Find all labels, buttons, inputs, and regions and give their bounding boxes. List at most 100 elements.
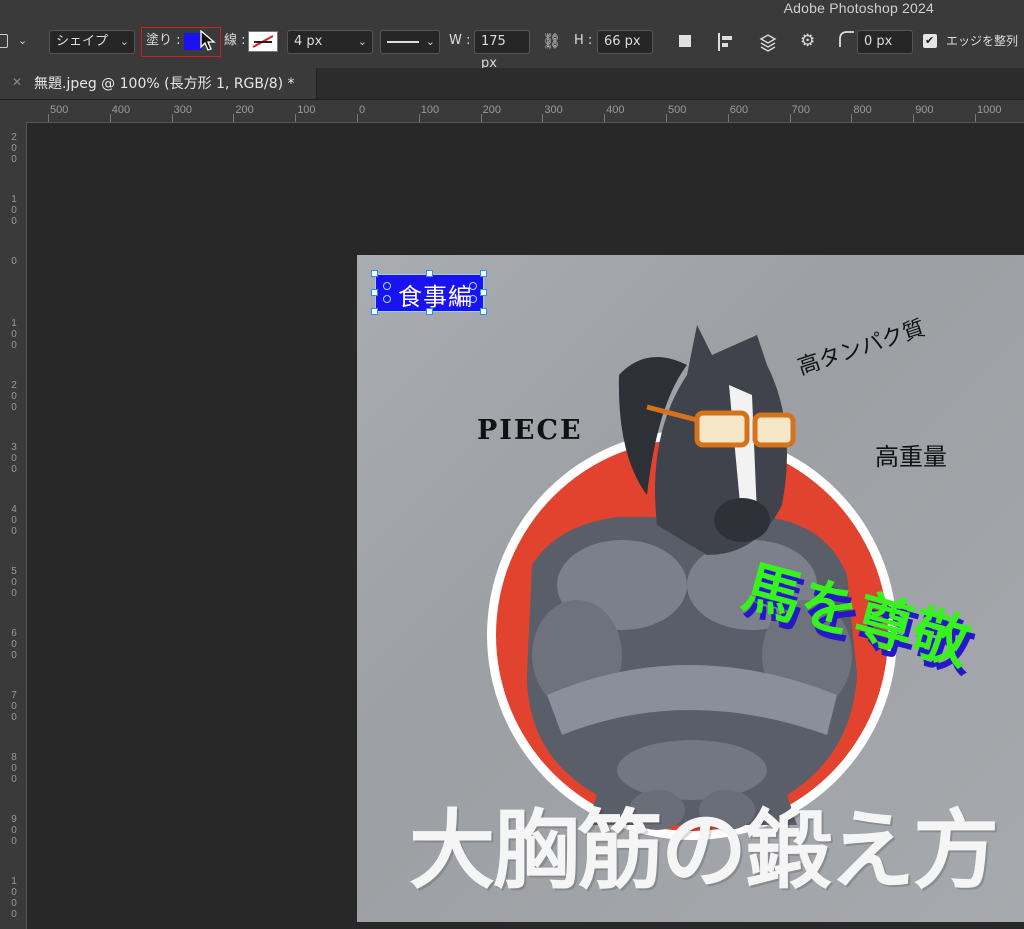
ruler-tick-mark [913, 114, 915, 122]
transform-handle-left[interactable] [371, 289, 378, 296]
transform-handle-bottom[interactable] [426, 308, 433, 315]
ruler-tick-mark [109, 114, 111, 122]
ruler-tick-mark [604, 114, 606, 122]
document-canvas[interactable]: PIECE 高タンパク質 高重量 馬を尊敬 大胸筋の鍛え方 [357, 255, 1024, 922]
ruler-tick-label: 800 [11, 752, 17, 785]
ruler-tick-label: 900 [11, 814, 17, 847]
ruler-tick-mark [975, 114, 976, 122]
corner-radius-input[interactable]: 0 px [857, 30, 913, 54]
width-value: 175 px [481, 34, 506, 71]
path-arrangement-icon [759, 34, 777, 52]
path-arrangement-button[interactable] [757, 30, 779, 54]
tool-mode-value: シェイプ [56, 34, 109, 49]
ruler-tick-mark [48, 114, 49, 122]
ruler-tick-label: 100 [420, 104, 440, 116]
ruler-tick-mark [233, 114, 235, 122]
ruler-tick-label: 500 [50, 104, 69, 116]
chevron-down-icon: ⌄ [425, 35, 435, 48]
transform-handle-bottom-right[interactable] [480, 308, 487, 315]
document-tab-title: 無題.jpeg @ 100% (長方形 1, RGB/8) * [34, 76, 295, 92]
transform-handle-top[interactable] [426, 270, 433, 277]
ruler-corner [0, 100, 26, 122]
ruler-tick-mark [171, 114, 173, 122]
ruler-tick-label: 900 [915, 104, 934, 116]
document-tab-bar: ✕ 無題.jpeg @ 100% (長方形 1, RGB/8) * [0, 68, 1024, 100]
checkmark-icon: ✔ [925, 34, 935, 47]
width-input[interactable]: 175 px [474, 30, 530, 71]
stroke-width-value: 4 px [294, 34, 323, 49]
ruler-tick-label: 1000 [977, 104, 1002, 116]
ruler-tick-mark [357, 114, 358, 122]
stroke-width-input[interactable]: 4 px ⌄ [287, 30, 373, 54]
options-bar: Adobe Photoshop 2024 ⌄ シェイプ ⌄ 塗り : 線 : 4… [0, 0, 1024, 71]
ruler-tick-mark [789, 114, 791, 122]
width-label: W : [449, 33, 471, 48]
stroke-line-icon [387, 41, 419, 43]
height-label: H : [574, 33, 593, 48]
chevron-down-icon: ⌄ [18, 34, 28, 47]
align-edges-checkbox[interactable]: ✔ [923, 34, 937, 48]
ruler-tick-mark [418, 114, 420, 122]
ruler-tick-label: 400 [111, 104, 131, 116]
ruler-tick-label: 300 [173, 104, 192, 116]
ruler-tick-label: 300 [11, 442, 17, 475]
ruler-tick-label: 200 [235, 104, 254, 116]
piece-text: PIECE [477, 415, 583, 446]
ruler-tick-label: 0 [11, 256, 17, 267]
radius-handle[interactable] [383, 295, 391, 303]
corner-radius-icon [838, 30, 854, 54]
ruler-tick-label: 200 [11, 380, 17, 413]
radius-handle[interactable] [469, 282, 477, 290]
transform-handle-right[interactable] [480, 289, 487, 296]
ruler-tick-label: 700 [11, 690, 17, 723]
ruler-tick-mark [295, 114, 297, 122]
tool-mode-dropdown[interactable]: シェイプ ⌄ [49, 30, 135, 54]
ruler-tick-label: 100 [297, 104, 316, 116]
path-alignment-button[interactable] [717, 30, 737, 54]
ruler-tick-label: 500 [668, 104, 687, 116]
ruler-tick-label: 1000 [11, 876, 17, 920]
ruler-tick-label: 600 [11, 628, 17, 661]
ruler-tick-mark [851, 114, 853, 122]
high-weight-text: 高重量 [875, 443, 947, 471]
align-edges-label: エッジを整列 [946, 34, 1019, 48]
tool-preset-icon [0, 34, 8, 48]
ruler-tick-label: 400 [606, 104, 625, 116]
transform-handle-top-right[interactable] [480, 270, 487, 277]
selected-rectangle-shape[interactable]: 食事編 [375, 274, 484, 312]
ruler-tick-label: 700 [791, 104, 810, 116]
height-input[interactable]: 66 px [597, 30, 653, 54]
ruler-tick-label: 600 [729, 104, 749, 116]
ruler-tick-label: 100 [11, 194, 17, 227]
close-icon[interactable]: ✕ [12, 75, 22, 89]
ruler-tick-label: 0 [359, 104, 366, 116]
main-title-text: 大胸筋の鍛え方 [409, 801, 999, 901]
transform-handle-bottom-left[interactable] [371, 308, 378, 315]
horizontal-ruler[interactable]: 500 400 300 200 100 0 100 200 300 400 500 600 700 800… [26, 100, 1024, 123]
ruler-tick-label: 400 [11, 504, 17, 537]
radius-handle[interactable] [469, 295, 477, 303]
stroke-type-dropdown[interactable]: ⌄ [380, 30, 440, 54]
ruler-tick-label: 800 [853, 104, 872, 116]
tool-preset-picker[interactable]: ⌄ [0, 30, 32, 54]
vertical-ruler[interactable]: 200 100 0 100 200 300 400 500 600 700 800 900 1000 [0, 122, 27, 929]
path-alignment-icon [718, 33, 732, 51]
path-operations-icon [679, 35, 691, 47]
app-title: Adobe Photoshop 2024 [783, 0, 934, 16]
ruler-tick-mark [480, 114, 482, 122]
path-operations-button[interactable] [677, 30, 697, 54]
ruler-tick-mark [666, 114, 667, 122]
document-tab[interactable]: ✕ 無題.jpeg @ 100% (長方形 1, RGB/8) * [0, 68, 317, 99]
radius-handle[interactable] [383, 282, 391, 290]
chevron-down-icon: ⌄ [357, 35, 367, 48]
mouse-cursor-icon [200, 30, 216, 51]
gear-icon[interactable]: ⚙ [800, 30, 815, 54]
ruler-tick-label: 200 [11, 132, 17, 165]
ruler-tick-label: 300 [544, 104, 563, 116]
ruler-tick-mark [727, 114, 729, 122]
transform-handle-top-left[interactable] [371, 270, 378, 277]
ruler-tick-label: 200 [482, 104, 501, 116]
height-value: 66 px [604, 34, 641, 49]
stroke-color-swatch[interactable] [248, 31, 278, 52]
link-dimensions-icon[interactable]: ⛓ [542, 30, 561, 54]
